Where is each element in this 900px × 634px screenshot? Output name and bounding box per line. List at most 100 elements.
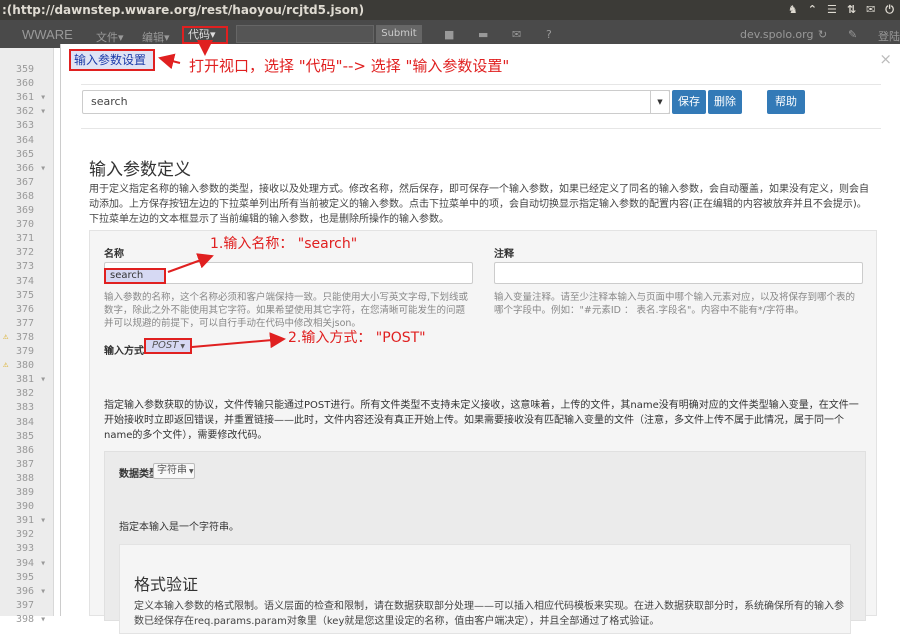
name-field-value[interactable]: search bbox=[104, 268, 166, 284]
comment-field[interactable] bbox=[494, 262, 863, 284]
warning-icon[interactable]: ⚠ bbox=[3, 332, 8, 342]
data-type-select[interactable]: 字符串 ▼ bbox=[153, 463, 195, 479]
line-number: 372 bbox=[16, 247, 35, 259]
upload-icon[interactable]: ▬ bbox=[478, 28, 488, 41]
line-number: 377 bbox=[16, 317, 35, 329]
line-number: 359 bbox=[16, 64, 35, 75]
line-number: 370 bbox=[16, 219, 35, 231]
data-type-description: 指定本输入是一个字符串。 bbox=[119, 522, 239, 533]
login-link[interactable]: 登陆 bbox=[878, 28, 900, 44]
line-number: 365 bbox=[16, 148, 35, 160]
section-title: 输入参数定义 bbox=[89, 160, 191, 180]
menu-file[interactable]: 文件▾ bbox=[96, 29, 124, 45]
menu-code[interactable]: 代码▾ bbox=[182, 26, 228, 44]
format-description: 定义本输入参数的格式限制。语义层面的检查和限制，请在数据获取部分处理——可以插入… bbox=[134, 601, 844, 627]
line-number: 366 ▾ bbox=[16, 162, 47, 174]
refresh-icon[interactable]: ↻ bbox=[818, 28, 827, 41]
line-number: 395 bbox=[16, 571, 35, 583]
method-value: POST bbox=[152, 340, 179, 351]
line-number: 383 bbox=[16, 402, 35, 414]
line-number: 393 bbox=[16, 543, 35, 555]
line-number: 362 ▾ bbox=[16, 106, 47, 118]
tray-icon-2[interactable]: ⌃ bbox=[808, 0, 817, 20]
data-type-panel: 数据类型 字符串 ▼ 指定本输入是一个字符串。 格式验证 定义本输入参数的格式限制… bbox=[104, 451, 866, 634]
line-number: 397 bbox=[16, 599, 35, 611]
line-number: 382 bbox=[16, 388, 35, 400]
menu-edit[interactable]: 编辑▾ bbox=[142, 29, 170, 45]
format-validation-box: 格式验证 定义本输入参数的格式限制。语义层面的检查和限制，请在数据获取部分处理—… bbox=[119, 544, 851, 634]
system-tray: ♞ ⌃ ☰ ⇅ ✉ ⏻ bbox=[788, 0, 894, 20]
line-number: 369 bbox=[16, 205, 35, 216]
data-type-value: 字符串 bbox=[157, 465, 187, 476]
line-number: 376 bbox=[16, 303, 35, 315]
input-param-modal: × 输入参数设置 打开视口，选择 "代码"--> 选择 "输入参数设置" sea… bbox=[60, 44, 900, 634]
tray-icon-6[interactable]: ⏻ bbox=[885, 0, 894, 20]
callout-open-menu: 打开视口，选择 "代码"--> 选择 "输入参数设置" bbox=[189, 57, 510, 75]
line-number: 374 bbox=[16, 275, 35, 287]
line-number: 391 ▾ bbox=[16, 515, 47, 527]
line-number: 390 bbox=[16, 501, 35, 513]
help-button[interactable]: 帮助 bbox=[767, 90, 805, 114]
callout-name: 1.输入名称： "search" bbox=[210, 236, 358, 252]
method-select[interactable]: POST ▼ bbox=[144, 338, 192, 354]
line-number: 387 bbox=[16, 458, 35, 470]
method-description: 指定输入参数获取的协议，文件传输只能通过POST进行。所有文件类型不支持未定义接… bbox=[104, 400, 859, 441]
name-label: 名称 bbox=[104, 249, 124, 260]
format-title: 格式验证 bbox=[134, 575, 199, 594]
line-number: 379 bbox=[16, 346, 35, 357]
chevron-down-icon[interactable]: ▼ bbox=[650, 90, 670, 114]
window-title: :(http://dawnstep.wware.org/rest/haoyou/… bbox=[2, 3, 365, 17]
param-select-input[interactable]: search bbox=[82, 90, 670, 114]
chevron-down-icon: ▼ bbox=[180, 343, 185, 350]
line-number: 373 bbox=[16, 261, 35, 273]
save-button[interactable]: 保存 bbox=[672, 90, 706, 114]
method-label: 输入方式 bbox=[104, 346, 144, 357]
param-form-panel: 名称 search 1.输入名称： "search" 输入参数的名称，这个名称必… bbox=[89, 230, 877, 634]
tray-icon-4[interactable]: ⇅ bbox=[847, 0, 856, 20]
delete-button[interactable]: 删除 bbox=[708, 90, 742, 114]
chevron-down-icon: ▼ bbox=[189, 468, 194, 475]
line-number: 392 bbox=[16, 529, 35, 541]
line-number: 361 ▾ bbox=[16, 92, 47, 104]
divider bbox=[81, 84, 881, 85]
help-icon[interactable]: ? bbox=[546, 28, 552, 41]
line-number: 389 bbox=[16, 487, 35, 498]
tray-icon-5[interactable]: ✉ bbox=[866, 0, 875, 20]
lock-icon[interactable]: ■ bbox=[444, 28, 454, 41]
line-number: 396 ▾ bbox=[16, 585, 47, 597]
window-title-bar: :(http://dawnstep.wware.org/rest/haoyou/… bbox=[0, 0, 900, 20]
mail-icon[interactable]: ✉ bbox=[512, 28, 521, 41]
line-number: 364 bbox=[16, 134, 35, 146]
line-number: 375 bbox=[16, 289, 35, 301]
section-description: 用于定义指定名称的输入参数的类型，接收以及处理方式。修改名称，然后保存，即可保存… bbox=[89, 184, 869, 225]
tray-icon-3[interactable]: ☰ bbox=[827, 0, 837, 20]
line-number: 371 bbox=[16, 233, 35, 245]
line-number-gutter: 359 360 361 ▾ 362 ▾ 363 364 365 366 ▾ 367 368 369 3… bbox=[0, 48, 54, 625]
callout-method: 2.输入方式： "POST" bbox=[288, 330, 426, 346]
line-number: 367 bbox=[16, 176, 35, 188]
line-number: 360 bbox=[16, 78, 35, 90]
domain-label[interactable]: dev.spolo.org bbox=[740, 28, 813, 41]
line-number: 386 bbox=[16, 444, 35, 456]
divider bbox=[81, 128, 881, 129]
close-icon[interactable]: × bbox=[879, 50, 892, 68]
line-number: 380 bbox=[16, 360, 35, 372]
line-number: 363 bbox=[16, 120, 35, 132]
line-number: 394 ▾ bbox=[16, 557, 47, 569]
selected-menu-item[interactable]: 输入参数设置 bbox=[69, 49, 155, 71]
wrench-icon[interactable]: ✎ bbox=[848, 28, 857, 41]
comment-help-text: 输入变量注释。请至少注释本输入与页面中哪个输入元素对应，以及将保存到哪个表的哪个… bbox=[494, 292, 856, 316]
warning-icon[interactable]: ⚠ bbox=[3, 360, 8, 370]
tray-icon-1[interactable]: ♞ bbox=[788, 0, 798, 20]
app-brand[interactable]: WWARE bbox=[22, 27, 73, 42]
comment-label: 注释 bbox=[494, 249, 514, 260]
line-number: 385 bbox=[16, 430, 35, 442]
top-search-input[interactable] bbox=[236, 25, 374, 43]
submit-button[interactable]: Submit bbox=[376, 25, 422, 43]
line-number: 381 ▾ bbox=[16, 374, 47, 386]
line-number: 388 bbox=[16, 472, 35, 484]
line-number: 378 bbox=[16, 331, 35, 343]
line-number: 368 bbox=[16, 190, 35, 202]
line-number: 384 bbox=[16, 416, 35, 428]
name-help-text: 输入参数的名称，这个名称必须和客户端保持一致。只能使用大小写英文字母,下划线或数… bbox=[104, 292, 469, 329]
